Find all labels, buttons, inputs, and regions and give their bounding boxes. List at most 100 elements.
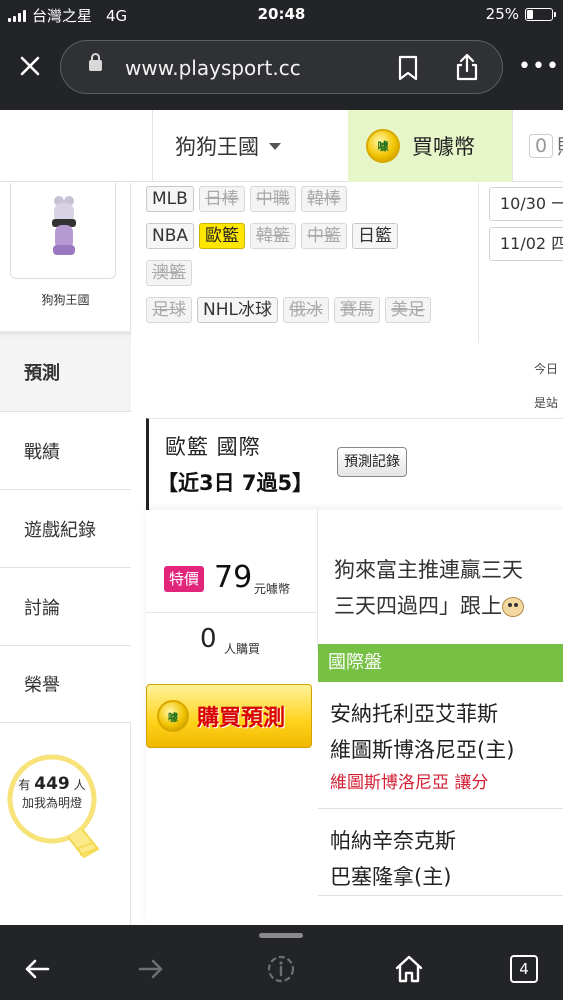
fans-label: 加我為明燈: [21, 796, 82, 810]
league-tag[interactable]: NBA: [146, 223, 195, 249]
buy-coin-label: 買噱幣: [412, 135, 475, 159]
site-header: 狗狗王國 噱 買噱幣 0 販: [0, 110, 563, 182]
user-menu-name: 狗狗王國: [175, 135, 259, 159]
side-nav: 預測 戰績 遊戲紀錄 討論 榮譽: [0, 331, 131, 723]
balance-value: 0: [529, 134, 554, 158]
league-tag: 日棒: [198, 186, 245, 212]
buy-prediction-label: 購買預測: [197, 706, 286, 731]
note-today: 今日: [534, 362, 559, 376]
address-bar[interactable]: www.playsport.cc: [60, 40, 503, 94]
browser-bottom-bar: 4: [0, 925, 563, 1000]
date-picker: 10/30 一 11/02 四: [478, 183, 563, 343]
home-indicator: [259, 933, 303, 938]
game-list: 國際盤 安納托利亞艾菲斯 維圖斯博洛尼亞(主) 維圖斯博洛尼亞 讓分 帕納辛奈克…: [318, 644, 563, 925]
forward-arrow-icon[interactable]: [134, 953, 168, 985]
coin-icon: 噱: [154, 700, 192, 732]
url-text[interactable]: www.playsport.cc: [125, 56, 301, 80]
buy-coin-button[interactable]: 噱 買噱幣: [348, 110, 512, 182]
card-record: 【近3日 7過5】: [157, 471, 314, 495]
league-tag-row: NBA 歐籃 韓籃 中籃 日籃: [146, 223, 476, 249]
home-icon[interactable]: [392, 953, 426, 985]
dog-emoji-icon: [502, 597, 524, 617]
league-tag: 中籃: [301, 223, 348, 249]
profile-name[interactable]: 狗狗王國: [0, 291, 131, 308]
away-team: 安納托利亞艾菲斯: [330, 702, 498, 726]
card-title: 歐籃 國際: [165, 435, 261, 459]
more-icon[interactable]: •••: [518, 54, 559, 79]
lightbulb-icon: [7, 754, 100, 859]
status-time: 20:48: [257, 5, 306, 23]
status-right: 25%: [485, 5, 556, 23]
nav-item-game-history[interactable]: 遊戲紀錄: [0, 489, 131, 567]
game-category: 國際盤: [318, 644, 563, 682]
nav-item-record[interactable]: 戰績: [0, 411, 131, 489]
league-tag[interactable]: MLB: [146, 186, 194, 212]
fans-unit: 人: [73, 778, 86, 792]
headline-line-1: 狗來富主推連贏三天: [334, 558, 523, 582]
league-tag: 賽馬: [333, 297, 380, 323]
close-icon[interactable]: [14, 50, 46, 82]
prediction-card: 特價 79 元噱幣 0 人購買 噱 購買預測 狗來富主推連贏三天 三天四過四」跟…: [146, 510, 563, 925]
follow-lightbulb[interactable]: 有 449 人 加我為明燈: [6, 753, 116, 873]
league-tag-row: MLB 日棒 中職 韓棒: [146, 186, 476, 212]
league-tag: 美足: [384, 297, 431, 323]
back-arrow-icon[interactable]: [20, 953, 54, 985]
league-filter: MLB 日棒 中職 韓棒 NBA 歐籃 韓籃 中籃 日籃 澳籃 足球 NHL冰球 俄冰 賽馬 美足: [146, 186, 476, 334]
price-box: 特價 79 元噱幣 0 人購買: [146, 510, 318, 656]
share-icon[interactable]: [453, 52, 481, 82]
headline-line-2: 三天四過四」跟上: [334, 588, 563, 624]
league-tag[interactable]: NHL冰球: [197, 297, 278, 323]
tabs-button[interactable]: 4: [510, 955, 538, 983]
nav-item-discussion[interactable]: 討論: [0, 567, 131, 645]
away-team: 帕納辛奈克斯: [330, 829, 456, 853]
fans-text: 有 449 人 加我為明燈: [6, 775, 98, 812]
sale-badge: 特價: [164, 566, 205, 592]
buyers-count: 0: [200, 624, 217, 654]
status-bar: 台灣之星 4G 20:48 25%: [0, 0, 563, 30]
nav-item-honors[interactable]: 榮譽: [0, 645, 131, 723]
league-tag: 韓棒: [300, 186, 347, 212]
balance-suffix: 販: [557, 131, 563, 161]
prediction-headline[interactable]: 狗來富主推連贏三天 三天四過四」跟上: [334, 552, 563, 624]
buy-prediction-button[interactable]: 噱 購買預測: [146, 684, 312, 748]
header-balance[interactable]: 0 販: [512, 110, 563, 182]
game-pick: 維圖斯博洛尼亞 讓分: [330, 773, 489, 793]
browser-chrome: 台灣之星 4G 20:48 25% www.playsport.cc •••: [0, 0, 563, 110]
league-tag[interactable]: 日籃: [352, 223, 399, 249]
fans-prefix: 有: [18, 778, 31, 792]
nav-item-predictions[interactable]: 預測: [0, 331, 131, 411]
bookmark-icon[interactable]: [395, 54, 421, 82]
price-value: 79: [214, 560, 253, 595]
user-menu[interactable]: 狗狗王國: [152, 110, 348, 182]
home-team: 維圖斯博洛尼亞(主): [330, 738, 515, 762]
league-tag: 澳籃: [146, 260, 192, 286]
note-site: 是站: [534, 396, 559, 410]
battery-icon: [525, 7, 556, 21]
game-item: 帕納辛奈克斯 巴塞隆拿(主): [318, 809, 563, 896]
league-tag-row: 足球 NHL冰球 俄冰 賽馬 美足: [146, 297, 476, 323]
fans-count: 449: [34, 774, 70, 794]
price-unit: 元噱幣: [254, 582, 291, 596]
browser-toolbar: www.playsport.cc •••: [0, 38, 563, 98]
buyers-unit: 人購買: [224, 642, 261, 656]
date-option[interactable]: 11/02 四: [489, 227, 563, 261]
prediction-card-header: 歐籃 國際 【近3日 7過5】 預測記錄: [146, 418, 563, 510]
prediction-record-button[interactable]: 預測記錄: [337, 447, 407, 477]
coin-icon: 噱: [363, 129, 403, 163]
sidebar: 狗狗王國 預測 戰績 遊戲紀錄 討論 榮譽 有 449 人 加我為明燈: [0, 183, 131, 925]
league-tag: 韓籃: [250, 223, 297, 249]
game-item: 安納托利亞艾菲斯 維圖斯博洛尼亞(主) 維圖斯博洛尼亞 讓分: [318, 682, 563, 809]
league-tag: 中職: [249, 186, 296, 212]
league-tag: 足球: [146, 297, 192, 323]
league-tag: 俄冰: [282, 297, 329, 323]
battery-percent: 25%: [485, 5, 519, 23]
chevron-down-icon: [269, 142, 281, 150]
league-tag[interactable]: 歐籃: [199, 223, 246, 249]
date-option[interactable]: 10/30 一: [489, 187, 563, 221]
info-icon[interactable]: [264, 953, 298, 985]
league-tag-row: 澳籃: [146, 260, 476, 286]
lock-icon: [89, 53, 102, 71]
home-team: 巴塞隆拿(主): [330, 865, 452, 889]
crystal-figurine-image: [52, 196, 76, 255]
avatar[interactable]: [10, 183, 116, 279]
